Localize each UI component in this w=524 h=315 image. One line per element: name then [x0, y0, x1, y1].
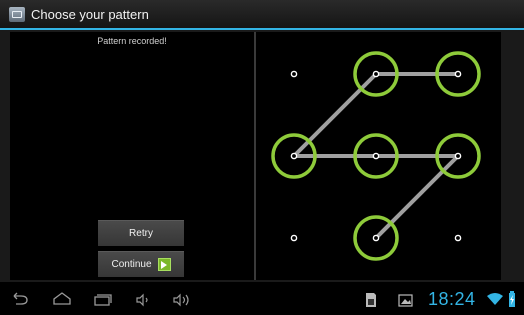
wifi-icon	[487, 293, 503, 305]
screenshot-icon	[398, 294, 413, 307]
pattern-dot[interactable]	[454, 152, 462, 160]
pattern-dot[interactable]	[290, 70, 298, 78]
pattern-dot[interactable]	[290, 234, 298, 242]
pattern-dot[interactable]	[454, 234, 462, 242]
volume-down-icon[interactable]	[136, 293, 148, 307]
status-clock: 18:24	[428, 289, 476, 309]
pattern-grid[interactable]	[0, 0, 524, 315]
pattern-dot[interactable]	[372, 70, 380, 78]
recent-apps-icon[interactable]	[94, 294, 112, 306]
pattern-dot[interactable]	[372, 234, 380, 242]
pattern-line	[374, 154, 460, 240]
sd-card-icon	[366, 293, 376, 307]
pattern-dot[interactable]	[454, 70, 462, 78]
pattern-line	[292, 72, 378, 158]
pattern-dot[interactable]	[372, 152, 380, 160]
back-icon[interactable]	[13, 292, 28, 305]
home-icon[interactable]	[53, 292, 71, 305]
volume-up-icon[interactable]	[173, 293, 189, 307]
system-navigation-bar: 18:24	[0, 282, 524, 315]
pattern-dot[interactable]	[290, 152, 298, 160]
battery-icon	[509, 291, 515, 307]
